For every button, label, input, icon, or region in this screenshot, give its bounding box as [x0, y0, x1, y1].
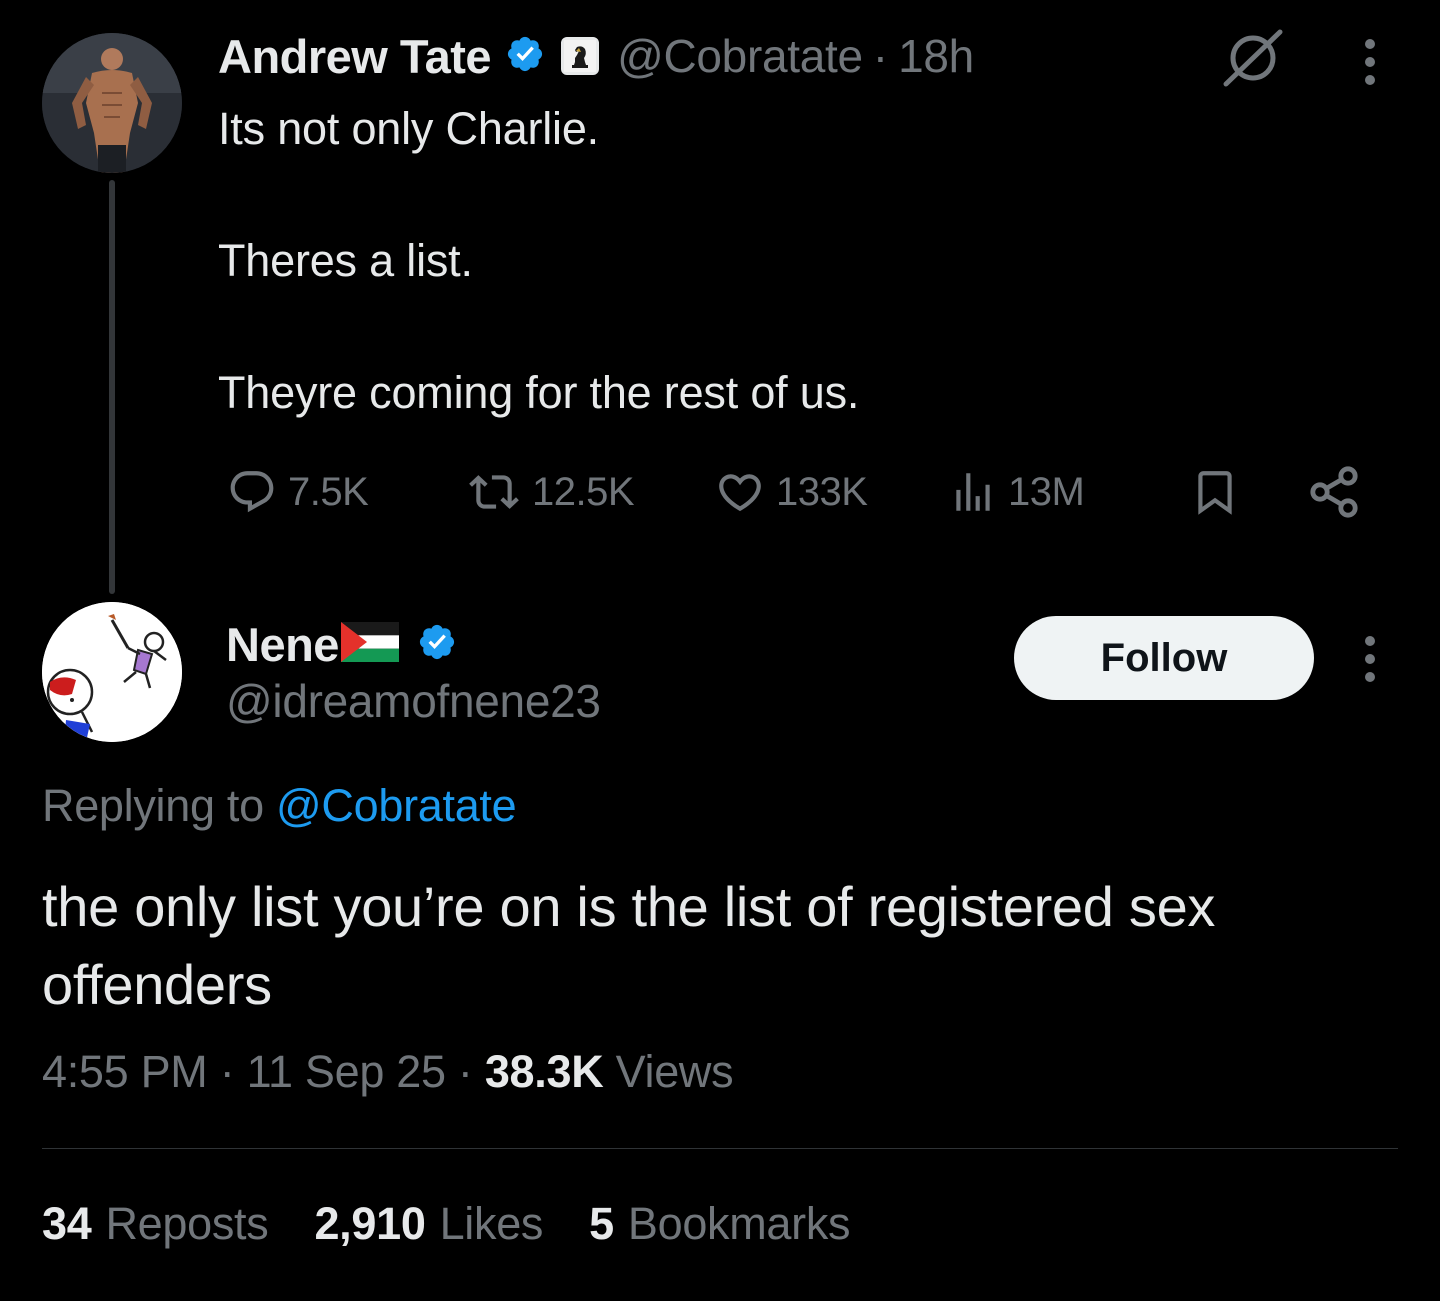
- follow-button[interactable]: Follow: [1014, 616, 1314, 700]
- parent-action-bar: 7.5K 12.5K 133K 13M: [220, 460, 1370, 524]
- reply-count: 7.5K: [288, 469, 369, 514]
- likes-stat[interactable]: 2,910 Likes: [314, 1198, 543, 1250]
- reposts-count: 34: [42, 1198, 92, 1249]
- header-separator: ·: [872, 30, 889, 82]
- reply-author-avatar[interactable]: [42, 602, 182, 742]
- parent-tweet-text: Its not only Charlie. Theres a list. The…: [218, 96, 859, 426]
- reply-author-handle[interactable]: @idreamofnene23: [226, 674, 601, 728]
- parent-tweet-time[interactable]: 18h: [898, 29, 974, 83]
- more-options-icon[interactable]: [1360, 635, 1380, 688]
- avatar-drawing-icon: [42, 602, 182, 742]
- thread-connector-line: [109, 180, 115, 594]
- avatar-photo-icon: [42, 33, 182, 173]
- reply-engagement-stats: 34 Reposts 2,910 Likes 5 Bookmarks: [42, 1198, 851, 1250]
- repost-button[interactable]: 12.5K: [464, 460, 635, 524]
- share-icon: [1310, 466, 1358, 518]
- likes-label: Likes: [439, 1198, 544, 1249]
- like-count: 133K: [776, 469, 868, 514]
- views-count: 13M: [1008, 469, 1085, 514]
- reply-views-label: Views: [615, 1046, 734, 1097]
- parent-author-avatar[interactable]: [42, 33, 182, 173]
- like-button[interactable]: 133K: [712, 460, 868, 524]
- reposts-label: Reposts: [105, 1198, 269, 1249]
- parent-text-line-3: Theyre coming for the rest of us.: [218, 367, 860, 418]
- replying-to-line: Replying to @Cobratate: [42, 780, 517, 832]
- reposts-stat[interactable]: 34 Reposts: [42, 1198, 269, 1250]
- bookmark-button[interactable]: [1190, 460, 1248, 524]
- reply-icon: [230, 471, 274, 513]
- bookmark-icon: [1198, 471, 1232, 515]
- reply-author-name-row: Nene: [226, 612, 457, 676]
- replying-mention-link[interactable]: @Cobratate: [276, 780, 517, 831]
- bookmarks-count: 5: [589, 1198, 614, 1249]
- parent-author-name[interactable]: Andrew Tate: [218, 29, 492, 84]
- palestine-flag-icon: [340, 621, 399, 667]
- affiliate-chess-knight-icon[interactable]: [561, 37, 600, 75]
- reply-views-count: 38.3K: [484, 1046, 604, 1097]
- bookmarks-label: Bookmarks: [627, 1198, 851, 1249]
- reply-tweet-meta: 4:55 PM · 11 Sep 25 · 38.3K Views: [42, 1046, 734, 1098]
- repost-count: 12.5K: [532, 469, 635, 514]
- grok-icon[interactable]: [1222, 28, 1284, 93]
- parent-author-handle[interactable]: @Cobratate: [617, 29, 863, 83]
- more-options-icon[interactable]: [1360, 38, 1380, 91]
- repost-icon: [469, 475, 519, 509]
- share-button[interactable]: [1306, 460, 1370, 524]
- like-icon: [719, 474, 761, 512]
- views-button[interactable]: 13M: [946, 460, 1085, 524]
- views-icon: [956, 473, 990, 511]
- reply-tweet-text: the only list you’re on is the list of r…: [42, 875, 1216, 1016]
- reply-button[interactable]: 7.5K: [224, 460, 369, 524]
- likes-count: 2,910: [314, 1198, 426, 1249]
- parent-text-line-2: Theres a list.: [218, 235, 473, 286]
- parent-tweet-header: Andrew Tate @Cobratate · 18h: [218, 26, 974, 86]
- reply-timestamp[interactable]: 4:55 PM · 11 Sep 25 ·: [42, 1046, 473, 1097]
- reply-author-name[interactable]: Nene: [226, 617, 339, 672]
- replying-prefix: Replying to: [42, 780, 264, 831]
- verified-badge-icon[interactable]: [505, 34, 545, 79]
- stats-divider: [42, 1148, 1398, 1149]
- verified-badge-icon[interactable]: [417, 622, 457, 667]
- parent-text-line-1: Its not only Charlie.: [218, 103, 599, 154]
- bookmarks-stat[interactable]: 5 Bookmarks: [589, 1198, 850, 1250]
